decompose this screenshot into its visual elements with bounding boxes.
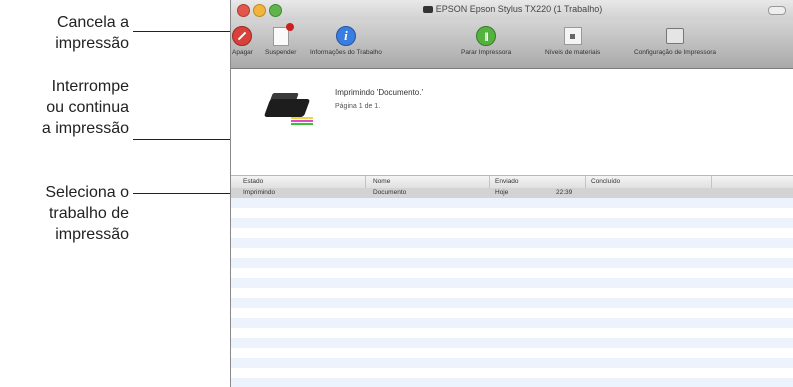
callout-cancel-line-1: Cancela a	[56, 14, 129, 31]
supply-icon-wrap	[563, 26, 583, 46]
pause-icon-wrap: ||	[476, 26, 497, 46]
pause-printer-button[interactable]: || Parar Impressora	[461, 20, 511, 68]
suspend-button[interactable]: Suspender	[265, 20, 296, 68]
column-separator	[365, 176, 366, 188]
callout-pause-line-2: ou continua	[46, 99, 129, 116]
suspend-icon-wrap	[271, 22, 294, 46]
job-status-panel: Imprimindo 'Documento.' Página 1 de 1.	[231, 69, 793, 175]
printer-title-icon	[422, 6, 433, 14]
column-separator	[489, 176, 490, 188]
printer-ray-yellow	[291, 117, 313, 119]
column-separator	[711, 176, 712, 188]
column-header-nome[interactable]: Nome	[373, 178, 390, 185]
callout-select-line-3: impressão	[55, 226, 129, 243]
printer-setup-button[interactable]: Configuração de Impressora	[634, 20, 716, 68]
column-separator	[585, 176, 586, 188]
job-list-table: Estado Nome Enviado Concluído Imprimindo…	[231, 175, 793, 387]
callout-pause-line-1: Interrompe	[51, 78, 129, 95]
callout-pause: Interrompe ou continua a impressão	[42, 76, 129, 139]
pause-printer-icon: ||	[476, 26, 497, 46]
cell-estado: Imprimindo	[243, 189, 276, 196]
delete-button-label: Apagar	[232, 49, 253, 56]
job-info-button[interactable]: i Informações do Trabalho	[310, 20, 382, 68]
cell-nome: Documento	[373, 189, 407, 196]
printer-icon	[261, 83, 321, 143]
column-header-enviado[interactable]: Enviado	[495, 178, 519, 185]
callout-pause-line-3: a impressão	[41, 120, 129, 137]
toolbar: Apagar Suspender i Informações do Trabal…	[231, 20, 793, 69]
job-page-progress: Página 1 de 1.	[335, 103, 381, 110]
printer-ray-magenta	[291, 120, 313, 122]
window-title: EPSON Epson Stylus TX220 (1 Trabalho)	[231, 4, 793, 14]
callout-select-line-1: Seleciona o	[45, 184, 129, 201]
toolbar-toggle-button[interactable]	[768, 6, 786, 15]
callout-select-line-2: trabalho de	[48, 205, 129, 222]
window-title-text: EPSON Epson Stylus TX220 (1 Trabalho)	[435, 4, 603, 14]
suspend-document-icon	[272, 22, 294, 46]
column-header-concluido[interactable]: Concluído	[591, 178, 620, 185]
stop-icon	[232, 26, 253, 46]
suspend-button-label: Suspender	[265, 49, 297, 56]
delete-button[interactable]: Apagar	[232, 20, 253, 68]
supply-levels-button[interactable]: Níveis de materiais	[545, 20, 600, 68]
job-list-header: Estado Nome Enviado Concluído	[231, 175, 793, 189]
cell-hora: 22:39	[556, 189, 573, 196]
callout-cancel-leader	[133, 31, 233, 32]
printer-body-shape	[263, 99, 311, 117]
table-row[interactable]: Imprimindo Documento Hoje 22:39	[231, 188, 793, 198]
info-icon: i	[335, 26, 356, 46]
printer-setup-button-label: Configuração de Impressora	[634, 49, 717, 56]
callout-cancel: Cancela a impressão	[55, 12, 129, 54]
printer-ray-green	[291, 123, 313, 125]
job-status-title: Imprimindo 'Documento.'	[335, 88, 423, 97]
pause-printer-button-label: Parar Impressora	[461, 49, 512, 56]
cell-enviado: Hoje	[495, 189, 509, 196]
job-info-button-label: Informações do Trabalho	[310, 49, 382, 56]
supply-levels-button-label: Níveis de materiais	[545, 49, 601, 56]
print-queue-window: EPSON Epson Stylus TX220 (1 Trabalho) Ap…	[230, 0, 793, 387]
supply-levels-icon	[563, 27, 582, 45]
job-list-rows: Imprimindo Documento Hoje 22:39	[231, 188, 793, 387]
callout-select: Seleciona o trabalho de impressão	[45, 182, 129, 245]
callout-cancel-line-2: impressão	[55, 35, 129, 52]
title-bar: EPSON Epson Stylus TX220 (1 Trabalho)	[231, 0, 793, 20]
setup-icon-wrap	[665, 26, 685, 46]
info-icon-wrap: i	[335, 26, 356, 46]
printer-setup-icon	[666, 28, 684, 44]
alert-badge-icon	[285, 22, 294, 31]
callout-select-leader	[133, 193, 233, 194]
stop-icon-wrap	[232, 26, 253, 46]
column-header-estado[interactable]: Estado	[243, 178, 263, 185]
